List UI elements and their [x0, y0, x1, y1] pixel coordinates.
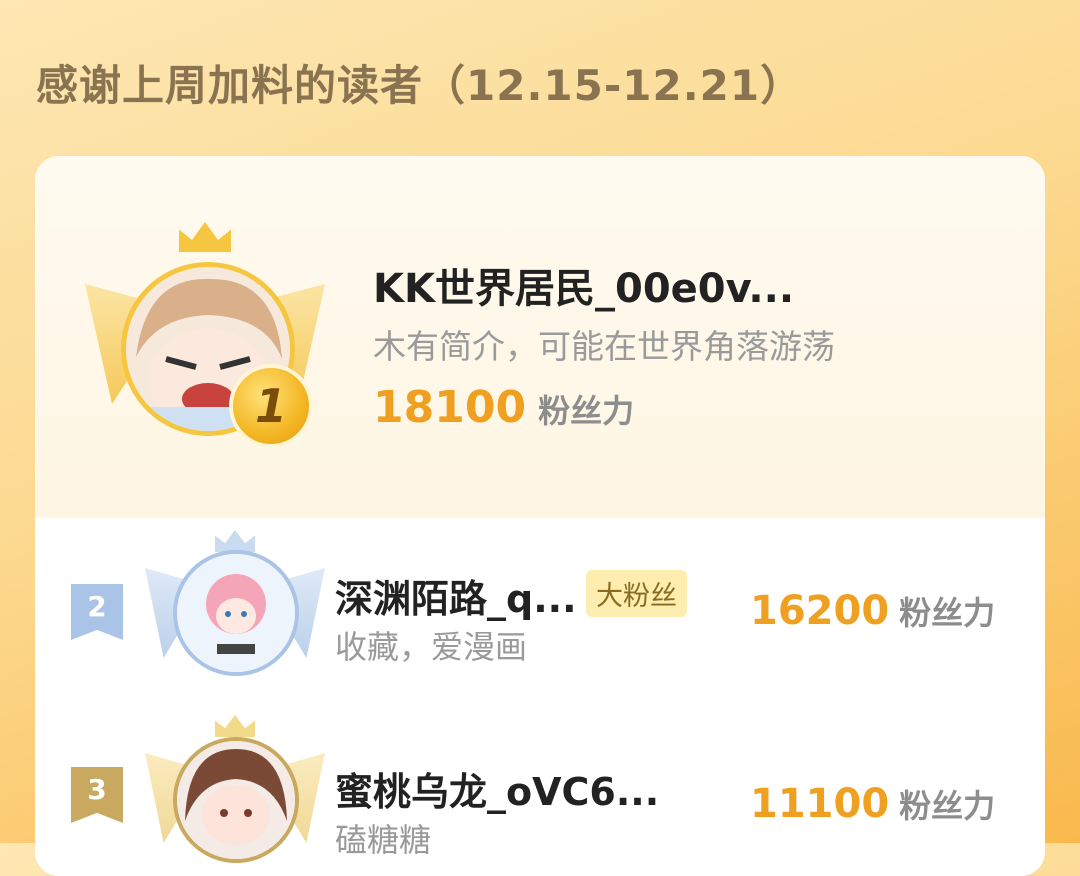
score-value: 18100: [373, 382, 527, 433]
rank-3-flag: 3: [71, 767, 123, 823]
reader-score: 16200 粉丝力: [750, 588, 995, 634]
avatar[interactable]: [173, 550, 299, 676]
reader-bio: 磕糖糖: [335, 821, 432, 859]
score-unit: 粉丝力: [899, 787, 996, 825]
list-item-rank-2[interactable]: 2 深渊陌路_q... 大粉丝 收藏，爱漫画 16200 粉丝力: [35, 518, 1045, 718]
reader-name[interactable]: 蜜桃乌龙_oVC6...: [335, 761, 659, 816]
rank-1-number: 1: [254, 379, 287, 433]
fan-badge: 大粉丝: [586, 570, 687, 617]
crown-icon: [179, 222, 231, 252]
reader-bio: 收藏，爱漫画: [335, 628, 528, 666]
top-reader-name[interactable]: KK世界居民_00e0v...: [373, 256, 794, 314]
score-unit: 粉丝力: [899, 594, 996, 632]
rank-2-flag: 2: [71, 584, 123, 640]
crown-icon: [215, 715, 255, 737]
reader-name[interactable]: 深渊陌路_q...: [335, 568, 577, 623]
top-reader-score: 18100 粉丝力: [373, 382, 634, 433]
score-value: 16200: [750, 588, 890, 634]
reader-score: 11100 粉丝力: [750, 781, 995, 827]
rank-2-avatar-group[interactable]: [145, 528, 325, 698]
rank-1-badge: 1: [229, 364, 313, 448]
avatar-illustration: [177, 741, 295, 859]
crown-icon: [215, 530, 255, 552]
rank-3-avatar-group[interactable]: [145, 713, 325, 876]
top-reader-bio: 木有简介，可能在世界角落游荡: [373, 327, 835, 366]
rank-3-number: 3: [87, 773, 107, 806]
avatar[interactable]: [173, 737, 299, 863]
page-title: 感谢上周加料的读者（12.15-12.21）: [36, 61, 804, 110]
top-reader-avatar-group[interactable]: 1: [85, 222, 345, 452]
ranking-card: 1 KK世界居民_00e0v... 木有简介，可能在世界角落游荡 18100 粉…: [35, 156, 1045, 876]
score-unit: 粉丝力: [538, 392, 635, 430]
top-reader-section[interactable]: 1 KK世界居民_00e0v... 木有简介，可能在世界角落游荡 18100 粉…: [35, 156, 1045, 518]
list-item-rank-3[interactable]: 3 蜜桃乌龙_oVC6... 磕糖糖 11100 粉丝力: [35, 711, 1045, 876]
rank-2-number: 2: [87, 590, 107, 623]
avatar-illustration: [177, 554, 295, 672]
score-value: 11100: [750, 781, 890, 827]
